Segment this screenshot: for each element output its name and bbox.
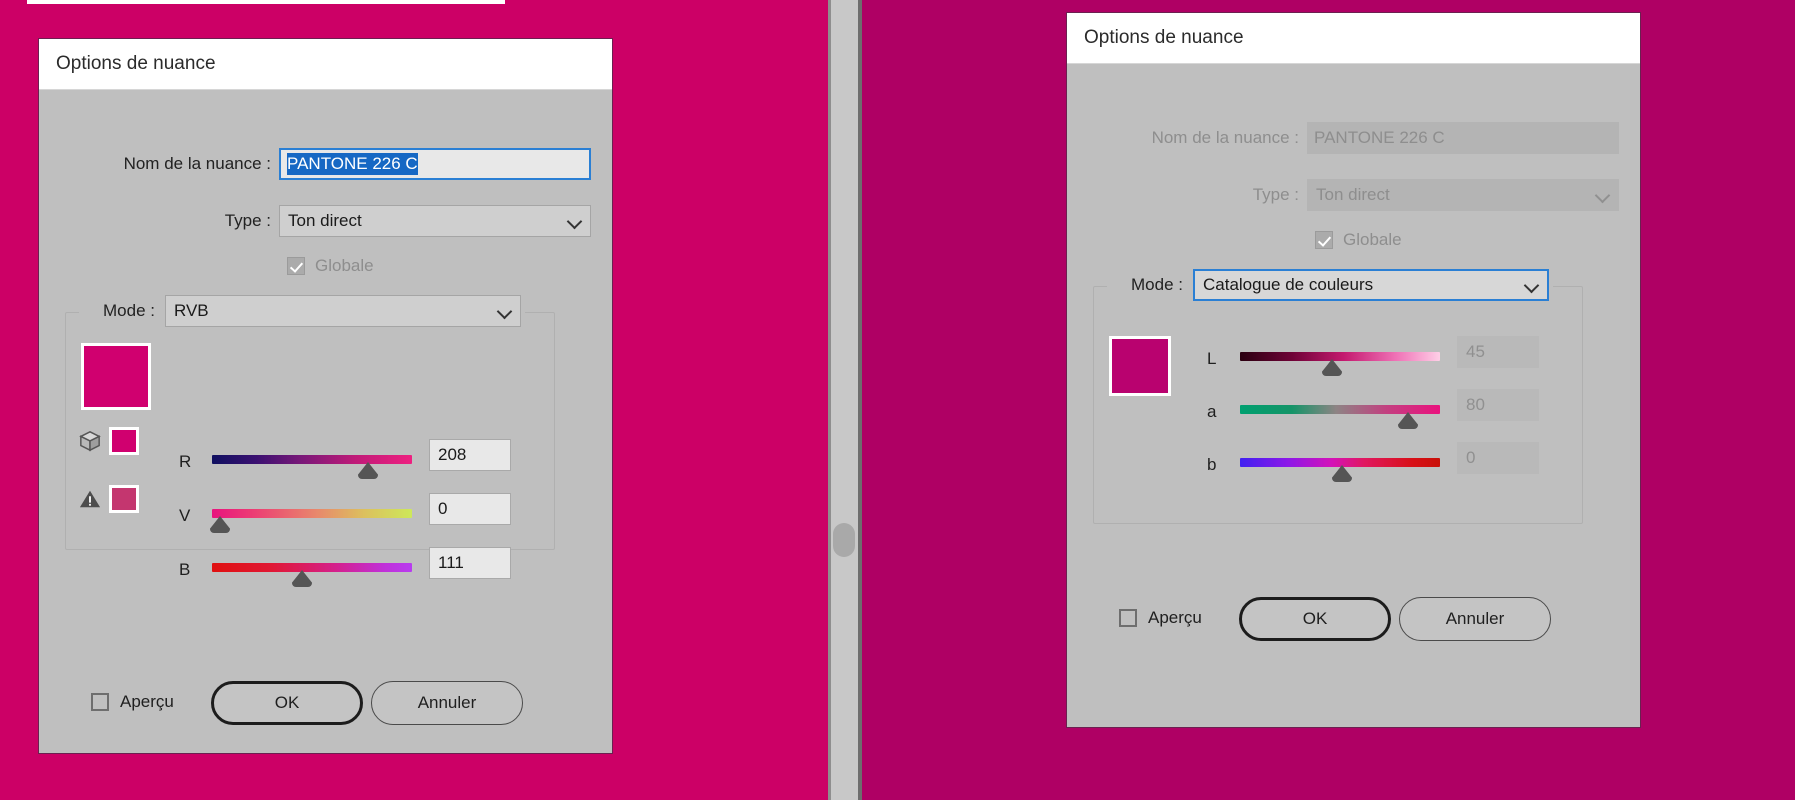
swatch-name-value-left: PANTONE 226 C	[287, 153, 418, 175]
ok-button-label-right: OK	[1302, 609, 1328, 628]
preview-label-right: Aperçu	[1148, 608, 1202, 627]
swatch-name-input-left[interactable]: PANTONE 226 C	[279, 148, 591, 180]
channel-label-v: V	[179, 506, 191, 525]
swatch-name-label-left: Nom de la nuance :	[123, 154, 271, 173]
color-preview-swatch-right[interactable]	[1109, 336, 1171, 396]
color-mode-select-left[interactable]: RVB	[165, 295, 521, 327]
channel-value-b: 111	[438, 553, 464, 572]
swatch-name-label-right: Nom de la nuance :	[1151, 128, 1299, 147]
color-mode-label-right: Mode :	[1131, 275, 1183, 294]
chevron-down-icon	[1525, 279, 1538, 292]
color-preview-swatch-left[interactable]	[81, 343, 151, 410]
preview-label-left: Aperçu	[120, 692, 174, 711]
preview-checkbox-left[interactable]	[91, 693, 109, 711]
panel-divider[interactable]	[828, 0, 862, 800]
dialog-titlebar-right: Options de nuance	[1067, 13, 1640, 64]
dialog-title-right: Options de nuance	[1084, 27, 1244, 48]
channel-input-v[interactable]: 0	[429, 493, 511, 525]
channel-input-a: 80	[1457, 389, 1539, 421]
channel-label-l: L	[1207, 349, 1217, 368]
channel-value-v: 0	[438, 499, 448, 518]
channel-input-l: 45	[1457, 336, 1539, 368]
web-safe-swatch-left[interactable]	[109, 427, 139, 455]
swatch-options-dialog-left: Options de nuance Nom de la nuance : PAN…	[38, 38, 613, 754]
global-checkbox-left[interactable]	[287, 257, 305, 275]
cube-icon[interactable]	[79, 430, 101, 452]
preview-checkbox-right[interactable]	[1119, 609, 1137, 627]
dialog-title-left: Options de nuance	[56, 53, 216, 74]
swatch-type-value-left: Ton direct	[288, 211, 362, 230]
chevron-down-icon	[498, 305, 511, 318]
out-of-gamut-warning-icon[interactable]	[79, 488, 101, 510]
channel-label-a: a	[1207, 402, 1217, 421]
channel-label-b: B	[179, 560, 191, 579]
channel-label-r: R	[179, 452, 192, 471]
global-checkbox-right	[1315, 231, 1333, 249]
channel-value-r: 208	[438, 445, 467, 464]
swatch-name-value-right: PANTONE 226 C	[1314, 128, 1445, 147]
swatch-type-select-right: Ton direct	[1307, 179, 1619, 211]
color-mode-value-left: RVB	[174, 301, 209, 320]
cancel-button-left[interactable]: Annuler	[371, 681, 523, 725]
dialog-titlebar-left: Options de nuance	[39, 39, 612, 90]
screen: Options de nuance Nom de la nuance : PAN…	[0, 0, 1795, 800]
swatch-name-input-right: PANTONE 226 C	[1307, 122, 1619, 154]
swatch-type-label-right: Type :	[1252, 185, 1299, 204]
swatch-type-label-left: Type :	[224, 211, 271, 230]
channel-slider-track-v[interactable]	[212, 509, 412, 518]
global-label-left: Globale	[315, 256, 374, 275]
channel-slider-track-r[interactable]	[212, 455, 412, 464]
cancel-button-label-right: Annuler	[1445, 609, 1505, 628]
ok-button-right[interactable]: OK	[1239, 597, 1391, 641]
top-white-strip	[27, 0, 505, 4]
cancel-button-right[interactable]: Annuler	[1399, 597, 1551, 641]
channel-input-b[interactable]: 111	[429, 547, 511, 579]
dialog-body-right: Nom de la nuance : PANTONE 226 C Type : …	[1067, 64, 1640, 727]
global-label-right: Globale	[1343, 230, 1402, 249]
in-gamut-swatch-left[interactable]	[109, 485, 139, 513]
color-mode-value-right: Catalogue de couleurs	[1203, 275, 1374, 294]
channel-input-b2: 0	[1457, 442, 1539, 474]
channel-value-l: 45	[1466, 342, 1485, 361]
ok-button-label-left: OK	[274, 693, 300, 712]
swatch-type-value-right: Ton direct	[1316, 185, 1390, 204]
dialog-body-left: Nom de la nuance : PANTONE 226 C Type : …	[39, 90, 612, 753]
color-mode-label-left: Mode :	[103, 301, 155, 320]
channel-slider-track-b[interactable]	[212, 563, 412, 572]
channel-slider-track-a	[1240, 405, 1440, 414]
chevron-down-icon	[1596, 189, 1609, 202]
channel-value-b2: 0	[1466, 448, 1476, 467]
color-mode-select-right[interactable]: Catalogue de couleurs	[1193, 269, 1549, 301]
cancel-button-label-left: Annuler	[417, 693, 477, 712]
channel-slider-track-l	[1240, 352, 1440, 361]
channel-slider-track-b2	[1240, 458, 1440, 467]
channel-label-b2: b	[1207, 455, 1217, 474]
panel-resize-handle[interactable]	[833, 523, 855, 557]
channel-input-r[interactable]: 208	[429, 439, 511, 471]
swatch-type-select-left[interactable]: Ton direct	[279, 205, 591, 237]
channel-value-a: 80	[1466, 395, 1485, 414]
swatch-options-dialog-right: Options de nuance Nom de la nuance : PAN…	[1066, 12, 1641, 728]
chevron-down-icon	[568, 215, 581, 228]
ok-button-left[interactable]: OK	[211, 681, 363, 725]
